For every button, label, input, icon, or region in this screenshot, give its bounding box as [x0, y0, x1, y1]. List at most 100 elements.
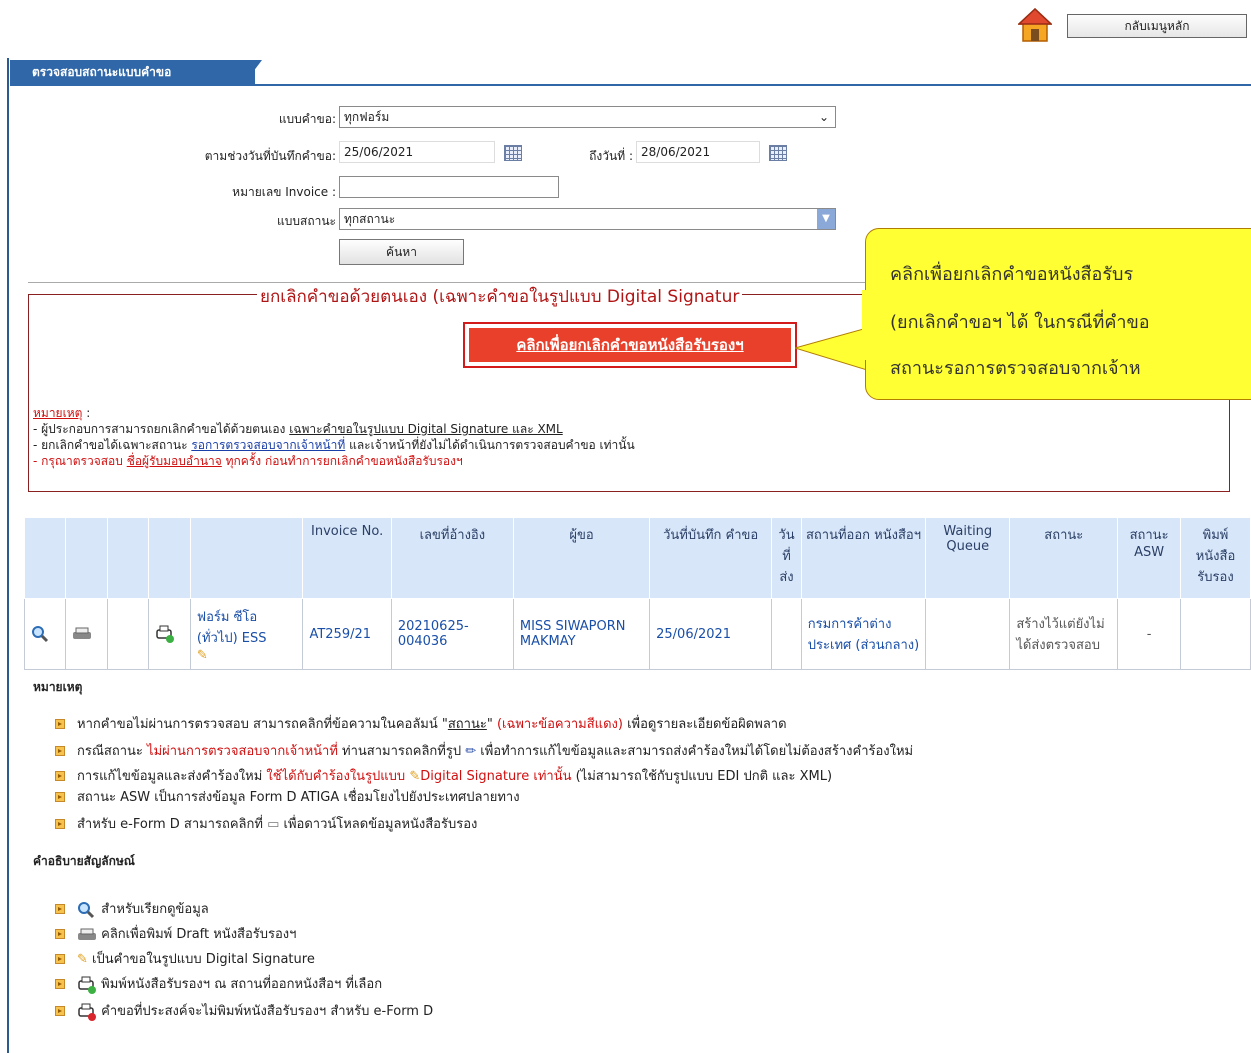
note3-tail: ทุกครั้ง ก่อนทำการยกเลิกคำขอหนังสือรับรอ… — [221, 454, 463, 468]
calendar-icon[interactable] — [504, 145, 522, 161]
col-status: สถานะ — [1009, 517, 1119, 599]
callout-line2: (ยกเลิกคำขอฯ ได้ ในกรณีที่คำขอ — [890, 312, 1150, 333]
remark1-text: หากคำขอไม่ผ่านการตรวจสอบ สามารถคลิกที่ข้… — [77, 717, 448, 732]
cancel-notes: หมายเหตุ : - ผู้ประกอบการสามารถยกเลิกคำข… — [33, 405, 635, 469]
form-type-value: ทุกฟอร์ม — [344, 110, 390, 124]
col-form — [189, 517, 304, 599]
remark5-text: สำหรับ e-Form D สามารถคลิกที่ — [77, 817, 268, 832]
tab-underline — [10, 84, 1251, 86]
status-cell[interactable]: สร้างไว้แต่ยังไม่ได้ส่งตรวจสอบ — [1009, 598, 1119, 670]
legend4-text: พิมพ์หนังสือรับรองฯ ณ สถานที่ออกหนังสือฯ… — [101, 977, 383, 992]
legend-4: พิมพ์หนังสือรับรองฯ ณ สถานที่ออกหนังสือฯ… — [55, 973, 382, 995]
form-cell[interactable]: ฟอร์ม ซีโอ (ทั่วไป) ESS ✎ — [189, 598, 304, 670]
col-date: วันที่บันทึก คำขอ — [649, 517, 773, 599]
invoice-cell: AT259/21 — [302, 598, 392, 670]
note1-emphasis: เฉพาะคำขอในรูปแบบ Digital Signature และ … — [289, 422, 563, 436]
col-icon3 — [106, 517, 150, 599]
remark1-red: (เฉพาะข้อความสีแดง) — [496, 717, 623, 732]
note3-link[interactable]: ชื่อผู้รับมอบอำนาจ — [127, 454, 222, 468]
ref-cell: 20210625-004036 — [390, 598, 514, 670]
remark3-red2: Digital Signature เท่านั้น — [420, 769, 572, 784]
legend3-text: เป็นคำขอในรูปแบบ Digital Signature — [92, 952, 315, 967]
status-value: ทุกสถานะ — [344, 212, 396, 226]
remark-4: สถานะ ASW เป็นการส่งข้อมูล Form D ATIGA … — [55, 786, 520, 807]
note3-text: - กรุณาตรวจสอบ — [33, 454, 127, 468]
asw-cell: - — [1117, 598, 1181, 670]
bullet-icon — [55, 792, 65, 802]
form-name[interactable]: ฟอร์ม ซีโอ (ทั่วไป) ESS — [197, 610, 267, 646]
date-to-label: ถึงวันที่ : — [589, 149, 633, 163]
note-colon: : — [82, 406, 91, 420]
digital-signature-icon: ✎ — [409, 769, 421, 784]
remark-2: กรณีสถานะ ไม่ผ่านการตรวจสอบจากเจ้าหน้าที… — [55, 740, 913, 761]
send-date-cell — [771, 598, 802, 670]
remark3-text: การแก้ไขข้อมูลและส่งคำร้องใหม่ — [77, 769, 267, 784]
col-office: สถานที่ออก หนังสือฯ — [800, 517, 927, 599]
cancel-request-button[interactable]: คลิกเพื่อยกเลิกคำขอหนังสือรับรองฯ — [463, 322, 797, 368]
note2-tail: และเจ้าหน้าที่ยังไม่ได้ดำเนินการตรวจสอบค… — [345, 438, 635, 452]
remark-1: หากคำขอไม่ผ่านการตรวจสอบ สามารถคลิกที่ข้… — [55, 713, 787, 734]
home-button[interactable]: กลับเมนูหลัก — [1067, 14, 1247, 38]
printer-icon: ▭ — [267, 817, 280, 832]
bullet-icon — [55, 1006, 65, 1016]
search-button[interactable]: ค้นหา — [339, 239, 464, 265]
queue-cell — [925, 598, 1011, 670]
applicant-cell: MISS SIWAPORN MAKMAY — [512, 598, 651, 670]
col-ref: เลขที่อ้างอิง — [390, 517, 514, 599]
invoice-input[interactable] — [339, 176, 559, 198]
note2-text: - ยกเลิกคำขอได้เฉพาะสถานะ — [33, 438, 192, 452]
form-type-label: แบบคำขอ: — [278, 112, 336, 126]
print-status-cell — [1179, 598, 1251, 670]
print-cell[interactable] — [148, 598, 191, 670]
form-type-select[interactable]: ทุกฟอร์ม ⌄ — [339, 106, 836, 128]
legend5-text: คำขอที่ประสงค์จะไม่พิมพ์หนังสือรับรองฯ ส… — [101, 1004, 434, 1019]
home-icon[interactable] — [1018, 7, 1052, 43]
tab-corner — [244, 60, 262, 84]
remark3-tail: (ไม่สามารถใช้กับรูปแบบ EDI ปกติ และ XML) — [571, 769, 833, 784]
legend-2: คลิกเพื่อพิมพ์ Draft หนังสือรับรองฯ — [55, 923, 296, 944]
callout-line1: คลิกเพื่อยกเลิกคำขอหนังสือรับร — [890, 264, 1134, 285]
remark-5: สำหรับ e-Form D สามารถคลิกที่ ▭ เพื่อดาว… — [55, 813, 477, 834]
remark1-status: สถานะ — [447, 717, 487, 732]
col-applicant: ผู้ขอ — [512, 517, 651, 599]
printer-icon[interactable] — [72, 627, 92, 641]
date-to-input[interactable]: 28/06/2021 — [636, 141, 760, 163]
remark-3: การแก้ไขข้อมูลและส่งคำร้องใหม่ ใช้ได้กับ… — [55, 765, 832, 786]
view-cell[interactable] — [23, 598, 67, 670]
legend-title: คำอธิบายสัญลักษณ์ — [33, 854, 135, 868]
cancel-legend: ยกเลิกคำขอด้วยตนเอง (เฉพาะคำขอในรูปแบบ D… — [257, 283, 743, 310]
col-icon2 — [65, 517, 108, 599]
empty-cell — [106, 598, 150, 670]
col-invoice: Invoice No. — [302, 517, 392, 599]
col-asw: สถานะ ASW — [1117, 517, 1181, 599]
print-cancel-icon — [78, 1003, 96, 1021]
printer-icon — [78, 928, 96, 940]
legend-1: สำหรับเรียกดูข้อมูล — [55, 898, 209, 919]
legend-5: คำขอที่ประสงค์จะไม่พิมพ์หนังสือรับรองฯ ส… — [55, 1000, 433, 1022]
print-ok-icon[interactable] — [155, 624, 175, 644]
bullet-icon — [55, 746, 65, 756]
remark3-red: ใช้ได้กับคำร้องในรูปแบบ — [266, 769, 410, 784]
note-label: หมายเหตุ — [33, 406, 83, 420]
callout-line3: สถานะรอการตรวจสอบจากเจ้าห — [890, 358, 1141, 379]
note2-link[interactable]: รอการตรวจสอบจากเจ้าหน้าที่ — [191, 438, 345, 452]
date-from-label: ตามช่วงวันที่บันทึกคำขอ: — [204, 149, 336, 163]
date-from-input[interactable]: 25/06/2021 — [339, 141, 495, 163]
col-print: พิมพ์ หนังสือ รับรอง — [1179, 517, 1251, 599]
office-cell: กรมการค้าต่างประเทศ (ส่วนกลาง) — [800, 598, 927, 670]
invoice-label: หมายเลข Invoice : — [232, 185, 336, 199]
bullet-icon — [55, 904, 65, 914]
dropdown-arrow-icon[interactable]: ▼ — [817, 209, 835, 229]
magnifier-icon[interactable] — [31, 625, 49, 643]
table-row: ฟอร์ม ซีโอ (ทั่วไป) ESS ✎ AT259/21 202106… — [23, 598, 1251, 670]
print-ok-icon — [78, 976, 96, 994]
draft-cell[interactable] — [65, 598, 108, 670]
calendar-icon[interactable] — [769, 145, 787, 161]
bullet-icon — [55, 954, 65, 964]
status-select[interactable]: ทุกสถานะ ▼ — [339, 208, 836, 230]
legend1-text: สำหรับเรียกดูข้อมูล — [101, 902, 209, 917]
results-table: Invoice No. เลขที่อ้างอิง ผู้ขอ วันที่บั… — [23, 517, 1251, 670]
note1-text: - ผู้ประกอบการสามารถยกเลิกคำขอได้ด้วยตนเ… — [33, 422, 290, 436]
callout-pointer — [795, 327, 868, 371]
col-queue: Waiting Queue — [925, 517, 1011, 599]
